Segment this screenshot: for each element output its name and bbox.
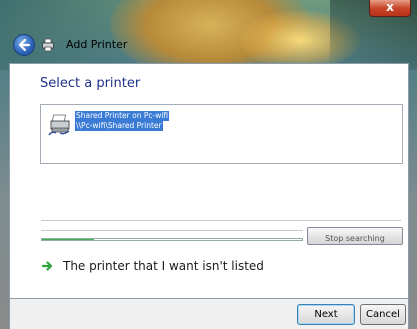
stop-searching-label: Stop searching: [325, 234, 385, 243]
cancel-button[interactable]: Cancel: [360, 304, 406, 325]
printer-icon: [42, 38, 54, 52]
shared-printer-icon: [48, 114, 70, 136]
wizard-content: Select a printer Shared Printer on Pc-wi…: [9, 63, 409, 299]
printer-name: Shared Printer on Pc-wifi: [75, 111, 170, 121]
window-title: Add Printer: [66, 38, 128, 51]
close-button[interactable]: x: [369, 0, 411, 17]
divider: [41, 220, 401, 221]
stop-searching-button[interactable]: Stop searching: [307, 227, 403, 245]
wizard-footer: Next Cancel: [9, 299, 409, 329]
printer-listbox[interactable]: Shared Printer on Pc-wifi \\Pc-wifi\Shar…: [40, 104, 403, 164]
green-arrow-icon: [42, 261, 53, 271]
printer-path: \\Pc-wifi\Shared Printer: [75, 121, 163, 131]
add-printer-window: x Add Printer Select a printer Shared Pr…: [0, 0, 417, 329]
back-button[interactable]: [13, 34, 35, 56]
close-icon: x: [386, 0, 394, 14]
back-arrow-icon: [18, 38, 31, 52]
page-title: Select a printer: [40, 76, 141, 91]
search-progress-bar: [41, 238, 303, 241]
search-progress-fill: [42, 239, 94, 240]
printer-not-listed-link[interactable]: The printer that I want isn't listed: [63, 259, 264, 273]
list-item[interactable]: Shared Printer on Pc-wifi \\Pc-wifi\Shar…: [75, 111, 170, 131]
next-button[interactable]: Next: [297, 304, 355, 325]
divider: [41, 230, 303, 231]
